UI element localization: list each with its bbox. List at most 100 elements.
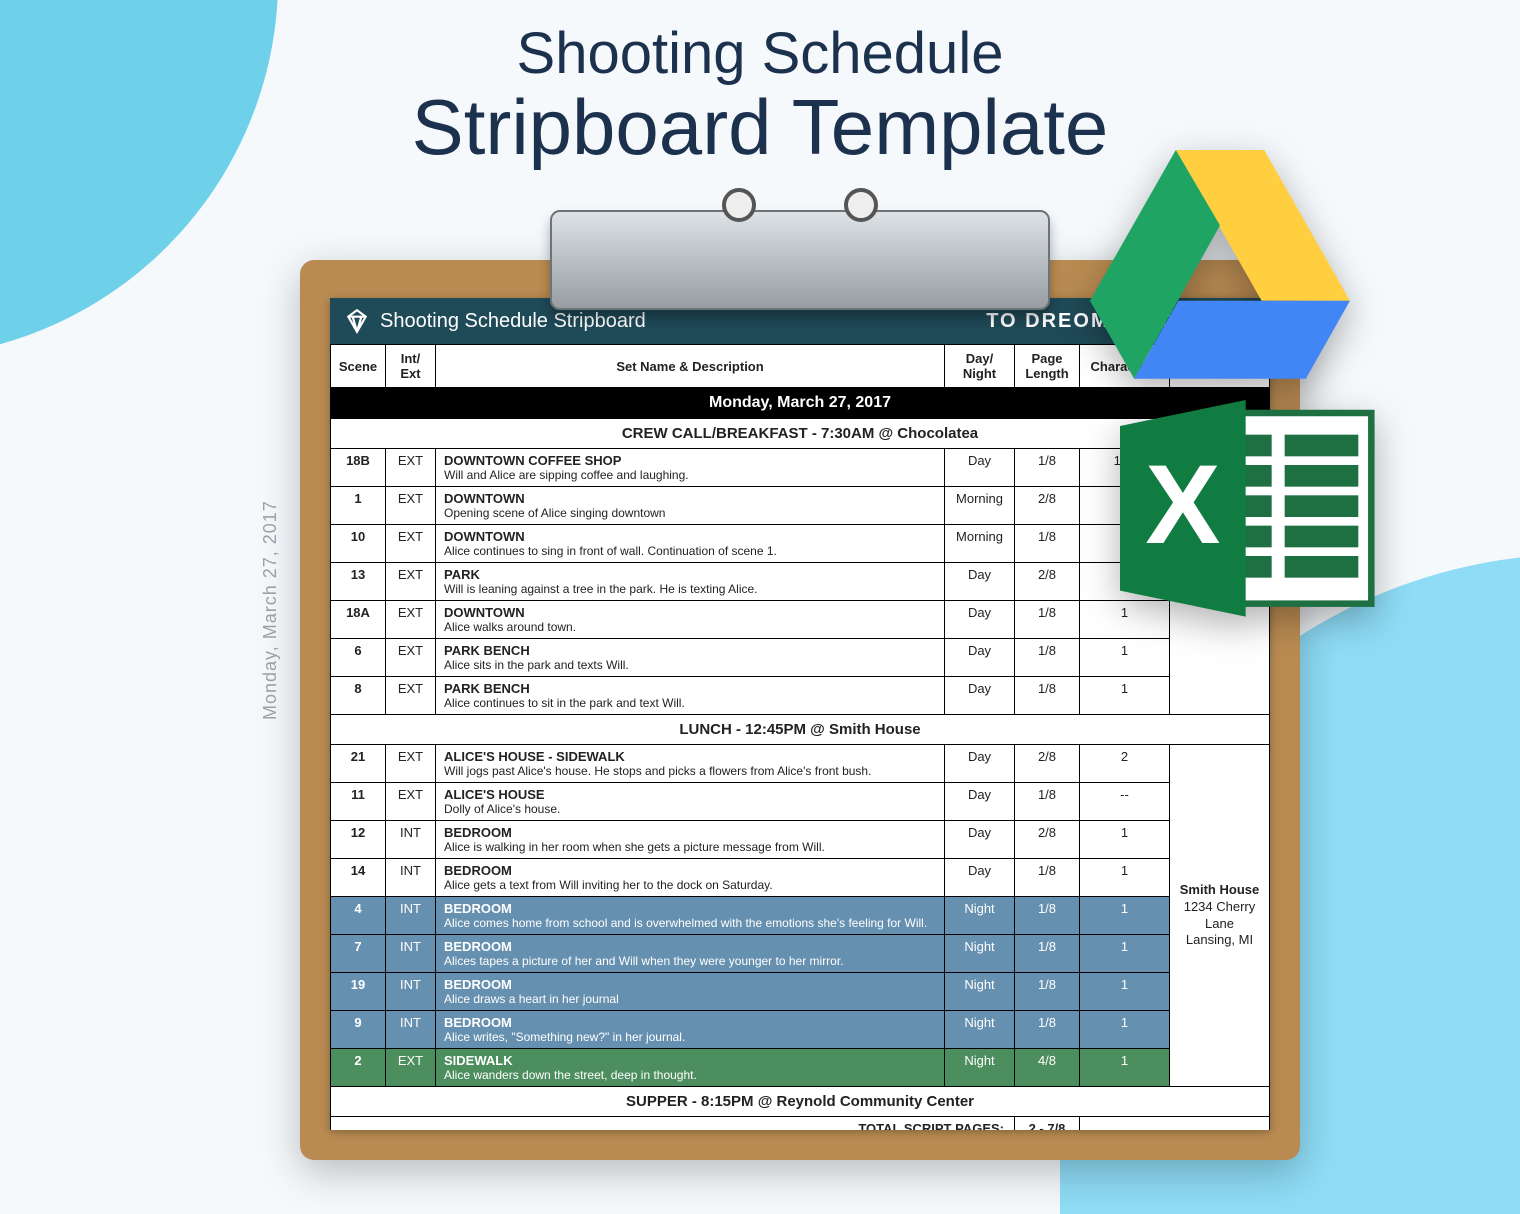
diamond-icon <box>344 308 370 334</box>
total-value: 2 - 7/8 <box>1015 1117 1080 1131</box>
cell-set: BEDROOMAlice writes, "Something new?" in… <box>436 1011 945 1049</box>
cell-set: SIDEWALKAlice wanders down the street, d… <box>436 1049 945 1087</box>
col-length: Page Length <box>1015 345 1080 388</box>
strip-row: 4INTBEDROOMAlice comes home from school … <box>331 897 1270 935</box>
svg-text:X: X <box>1145 441 1220 567</box>
break-row: SUPPER - 8:15PM @ Reynold Community Cent… <box>331 1087 1270 1117</box>
band-title: Shooting Schedule Stripboard <box>380 310 646 333</box>
cell-length: 2/8 <box>1015 745 1080 783</box>
cell-length: 1/8 <box>1015 449 1080 487</box>
strip-row: 8EXTPARK BENCHAlice continues to sit in … <box>331 677 1270 715</box>
cell-scene: 18B <box>331 449 386 487</box>
cell-intext: EXT <box>386 525 436 563</box>
col-intext: Int/ Ext <box>386 345 436 388</box>
cell-daynight: Night <box>945 1011 1015 1049</box>
cell-daynight: Night <box>945 935 1015 973</box>
cell-daynight: Day <box>945 859 1015 897</box>
sidebar-date: Monday, March 27, 2017 <box>260 500 281 720</box>
cell-scene: 19 <box>331 973 386 1011</box>
cell-scene: 1 <box>331 487 386 525</box>
cell-length: 1/8 <box>1015 973 1080 1011</box>
cell-set: PARKWill is leaning against a tree in th… <box>436 563 945 601</box>
cell-scene: 10 <box>331 525 386 563</box>
cell-length: 2/8 <box>1015 821 1080 859</box>
cell-set: BEDROOMAlice gets a text from Will invit… <box>436 859 945 897</box>
cell-set: DOWNTOWN COFFEE SHOPWill and Alice are s… <box>436 449 945 487</box>
clipboard-clip <box>550 210 1050 310</box>
cell-chars: -- <box>1080 783 1170 821</box>
cell-scene: 11 <box>331 783 386 821</box>
cell-intext: EXT <box>386 487 436 525</box>
cell-location: Smith House 1234 Cherry Lane Lansing, MI <box>1170 745 1270 1087</box>
cell-daynight: Morning <box>945 487 1015 525</box>
cell-set: DOWNTOWNAlice walks around town. <box>436 601 945 639</box>
total-row: TOTAL SCRIPT PAGES: 2 - 7/8 <box>331 1117 1270 1131</box>
cell-set: BEDROOMAlice is walking in her room when… <box>436 821 945 859</box>
cell-length: 1/8 <box>1015 639 1080 677</box>
cell-scene: 9 <box>331 1011 386 1049</box>
cell-set: PARK BENCHAlice continues to sit in the … <box>436 677 945 715</box>
cell-intext: INT <box>386 897 436 935</box>
cell-scene: 12 <box>331 821 386 859</box>
cell-length: 1/8 <box>1015 1011 1080 1049</box>
strip-row: 11EXTALICE'S HOUSEDolly of Alice's house… <box>331 783 1270 821</box>
cell-chars: 1 <box>1080 897 1170 935</box>
cell-length: 1/8 <box>1015 525 1080 563</box>
cell-intext: INT <box>386 1011 436 1049</box>
cell-intext: EXT <box>386 601 436 639</box>
cell-intext: EXT <box>386 677 436 715</box>
strip-row: 14INTBEDROOMAlice gets a text from Will … <box>331 859 1270 897</box>
cell-set: BEDROOMAlice draws a heart in her journa… <box>436 973 945 1011</box>
cell-chars: 1 <box>1080 821 1170 859</box>
cell-length: 1/8 <box>1015 897 1080 935</box>
cell-chars: 1 <box>1080 677 1170 715</box>
cell-intext: EXT <box>386 639 436 677</box>
cell-scene: 14 <box>331 859 386 897</box>
cell-set: ALICE'S HOUSE - SIDEWALKWill jogs past A… <box>436 745 945 783</box>
total-blank <box>1080 1117 1270 1131</box>
break-row-cell: LUNCH - 12:45PM @ Smith House <box>331 715 1270 745</box>
cell-length: 4/8 <box>1015 1049 1080 1087</box>
total-label: TOTAL SCRIPT PAGES: <box>331 1117 1015 1131</box>
google-drive-icon <box>1090 150 1350 380</box>
break-row: LUNCH - 12:45PM @ Smith House <box>331 715 1270 745</box>
col-set: Set Name & Description <box>436 345 945 388</box>
cell-scene: 6 <box>331 639 386 677</box>
cell-length: 1/8 <box>1015 601 1080 639</box>
cell-daynight: Morning <box>945 525 1015 563</box>
cell-intext: EXT <box>386 783 436 821</box>
strip-row: 2EXTSIDEWALKAlice wanders down the stree… <box>331 1049 1270 1087</box>
cell-intext: EXT <box>386 563 436 601</box>
cell-daynight: Night <box>945 897 1015 935</box>
strip-row: 7INTBEDROOMAlices tapes a picture of her… <box>331 935 1270 973</box>
cell-set: PARK BENCHAlice sits in the park and tex… <box>436 639 945 677</box>
cell-set: BEDROOMAlices tapes a picture of her and… <box>436 935 945 973</box>
cell-scene: 4 <box>331 897 386 935</box>
strip-row: 19INTBEDROOMAlice draws a heart in her j… <box>331 973 1270 1011</box>
col-daynight: Day/ Night <box>945 345 1015 388</box>
cell-chars: 1 <box>1080 1049 1170 1087</box>
cell-length: 1/8 <box>1015 935 1080 973</box>
excel-icon: X <box>1120 400 1380 630</box>
cell-daynight: Night <box>945 1049 1015 1087</box>
cell-scene: 18A <box>331 601 386 639</box>
cell-length: 2/8 <box>1015 563 1080 601</box>
cell-length: 1/8 <box>1015 859 1080 897</box>
cell-intext: EXT <box>386 745 436 783</box>
cell-daynight: Day <box>945 745 1015 783</box>
cell-chars: 1 <box>1080 859 1170 897</box>
cell-scene: 2 <box>331 1049 386 1087</box>
cell-chars: 1 <box>1080 973 1170 1011</box>
break-row-cell: SUPPER - 8:15PM @ Reynold Community Cent… <box>331 1087 1270 1117</box>
cell-scene: 8 <box>331 677 386 715</box>
cell-set: DOWNTOWNOpening scene of Alice singing d… <box>436 487 945 525</box>
cell-intext: INT <box>386 973 436 1011</box>
cell-daynight: Day <box>945 601 1015 639</box>
cell-daynight: Day <box>945 677 1015 715</box>
cell-length: 1/8 <box>1015 783 1080 821</box>
title-line1: Shooting Schedule <box>0 20 1520 87</box>
cell-length: 1/8 <box>1015 677 1080 715</box>
cell-scene: 21 <box>331 745 386 783</box>
cell-chars: 2 <box>1080 745 1170 783</box>
cell-intext: INT <box>386 821 436 859</box>
